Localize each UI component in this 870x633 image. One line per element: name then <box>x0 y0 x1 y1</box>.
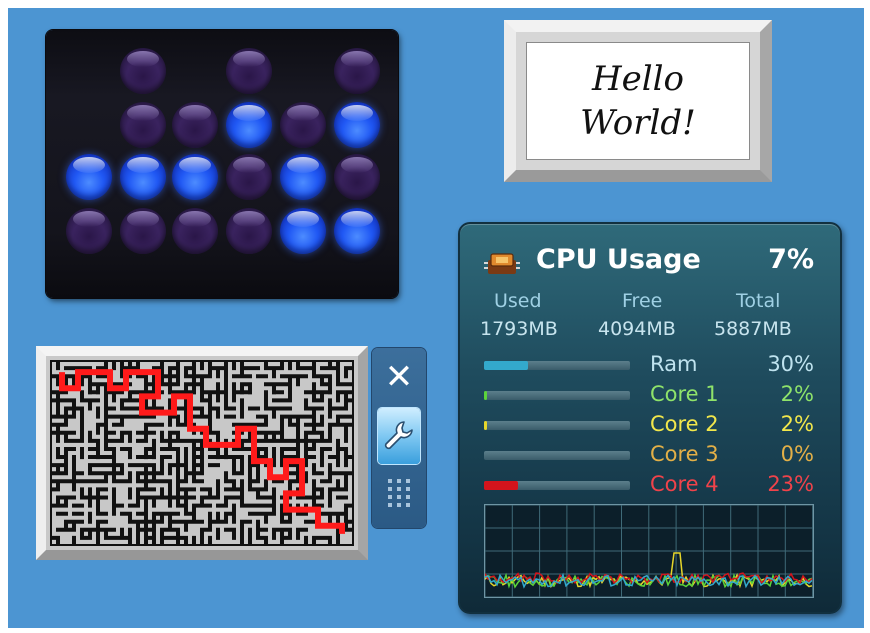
binary-dot-unlit <box>66 208 112 254</box>
note-line-1: Hello <box>592 59 684 99</box>
usage-row-value: 23% <box>767 472 814 496</box>
usage-bar-track <box>484 361 630 370</box>
usage-bar-fill <box>484 481 518 490</box>
processor-chip-icon <box>484 253 520 274</box>
wrench-icon <box>384 421 413 450</box>
options-button[interactable] <box>378 408 420 464</box>
usage-bar-track <box>484 451 630 460</box>
close-icon: ✕ <box>384 357 414 397</box>
binary-dot-lit <box>66 154 112 200</box>
usage-bar-track <box>484 481 630 490</box>
usage-bar-track <box>484 391 630 400</box>
cpu-history-graph <box>484 504 814 598</box>
cpu-total-percent: 7% <box>768 244 814 275</box>
gadget-controls: ✕ <box>372 348 426 528</box>
total-value: 5887MB <box>714 318 792 340</box>
binary-dot-unlit <box>120 208 166 254</box>
used-label: Used <box>494 290 542 312</box>
usage-row-label: Core 2 <box>650 412 719 436</box>
binary-dot-lit <box>226 102 272 148</box>
total-label: Total <box>736 290 781 312</box>
maze-gadget[interactable] <box>36 346 368 560</box>
usage-row-label: Core 4 <box>650 472 719 496</box>
grip-dots-icon <box>388 479 410 507</box>
used-value: 1793MB <box>480 318 558 340</box>
usage-bar-fill <box>484 361 528 370</box>
usage-bar-fill <box>484 421 487 430</box>
binary-clock-gadget[interactable] <box>46 30 398 298</box>
binary-dot-lit <box>334 208 380 254</box>
note-paper: Hello World! <box>526 42 750 160</box>
cpu-usage-gadget[interactable]: CPU Usage 7% Used Free Total 1793MB 4094… <box>458 222 842 614</box>
free-label: Free <box>622 290 663 312</box>
usage-row-label: Ram <box>650 352 698 376</box>
binary-dot-lit <box>172 154 218 200</box>
note-line-2: World! <box>580 103 696 143</box>
usage-row-value: 0% <box>780 442 814 466</box>
usage-row-value: 2% <box>780 382 814 406</box>
usage-bar-track <box>484 421 630 430</box>
binary-dot-unlit <box>334 48 380 94</box>
binary-dot-lit <box>280 154 326 200</box>
binary-dot-unlit <box>226 154 272 200</box>
note-text: Hello World! <box>558 57 718 145</box>
binary-dot-unlit <box>226 208 272 254</box>
usage-row-label: Core 1 <box>650 382 719 406</box>
binary-dot-unlit <box>280 102 326 148</box>
hello-note-gadget[interactable]: Hello World! <box>504 20 772 182</box>
graph-plot <box>485 505 813 597</box>
usage-row-value: 30% <box>767 352 814 376</box>
drag-handle[interactable] <box>378 470 420 518</box>
binary-dot-lit <box>334 102 380 148</box>
binary-dot-unlit <box>120 48 166 94</box>
binary-dot-lit <box>280 208 326 254</box>
binary-dot-unlit <box>172 102 218 148</box>
usage-bar-fill <box>484 391 487 400</box>
binary-dot-lit <box>120 154 166 200</box>
binary-dot-unlit <box>120 102 166 148</box>
usage-row-value: 2% <box>780 412 814 436</box>
maze-grid <box>50 360 354 546</box>
binary-dot-unlit <box>334 154 380 200</box>
binary-dot-unlit <box>226 48 272 94</box>
free-value: 4094MB <box>598 318 676 340</box>
cpu-title: CPU Usage <box>536 244 701 275</box>
close-button[interactable]: ✕ <box>378 356 420 398</box>
usage-row-label: Core 3 <box>650 442 719 466</box>
binary-dot-unlit <box>172 208 218 254</box>
